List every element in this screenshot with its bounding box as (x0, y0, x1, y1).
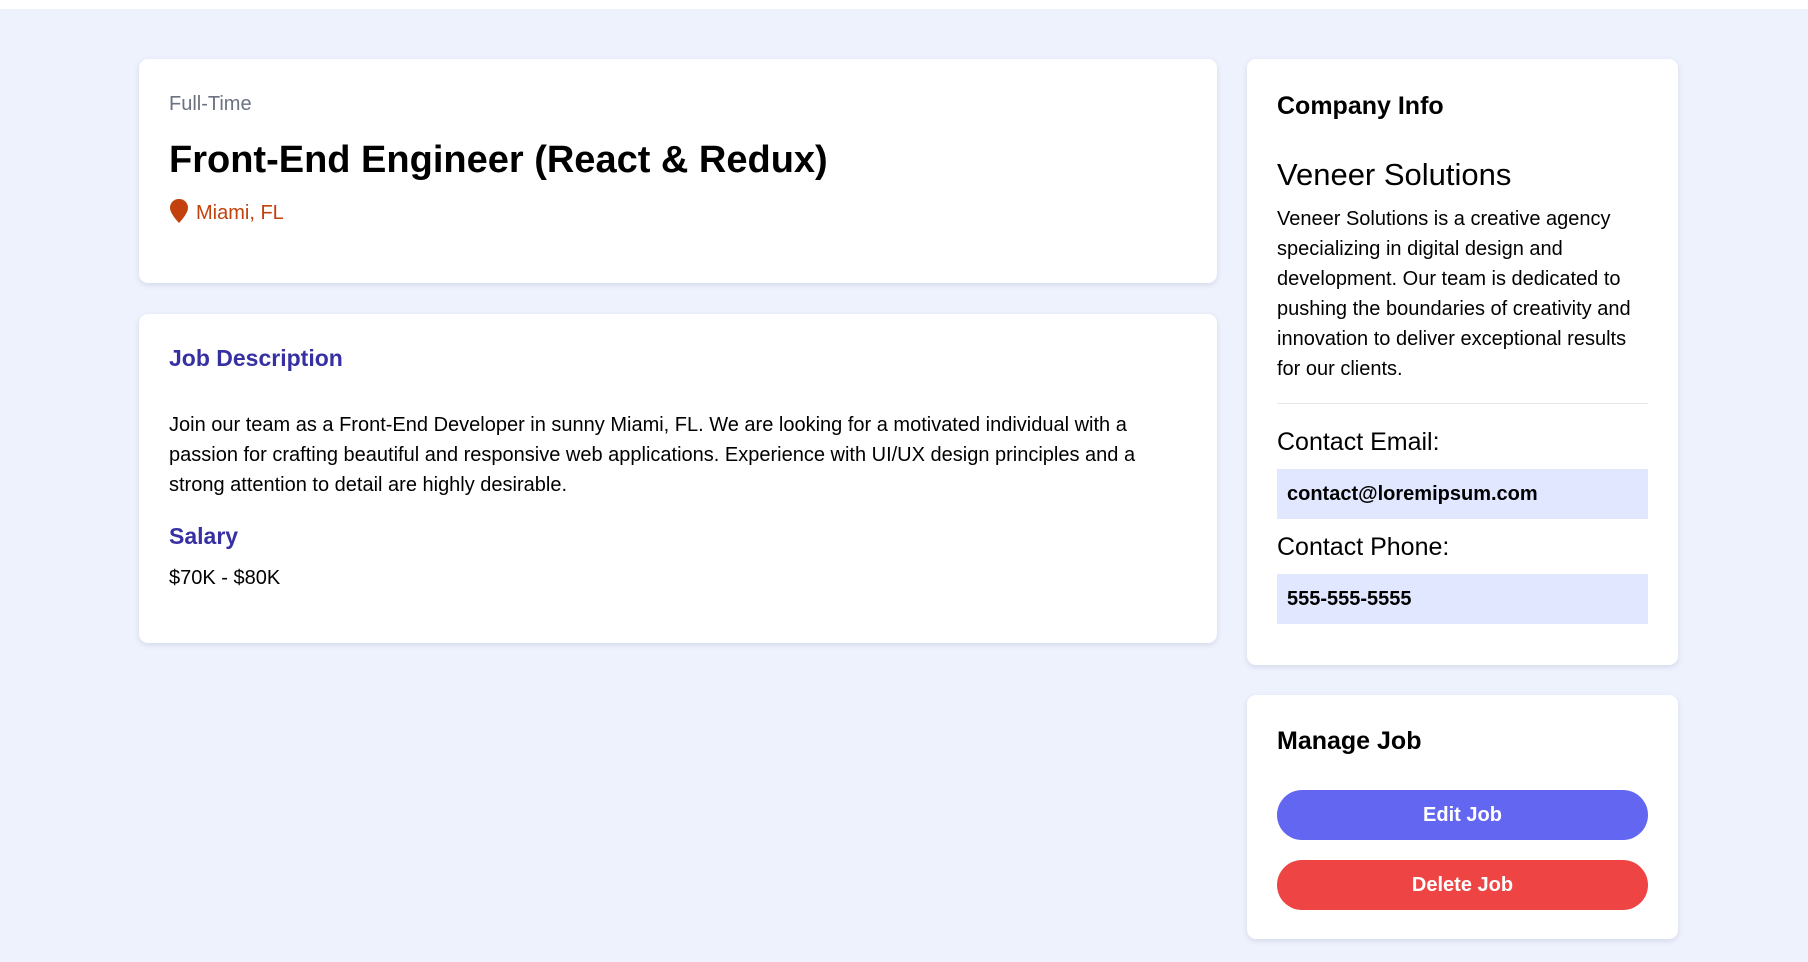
manage-job-heading: Manage Job (1277, 727, 1422, 755)
company-info-card: Company Info Veneer Solutions Veneer Sol… (1247, 59, 1678, 665)
job-location: Miami, FL (169, 198, 284, 225)
job-type-label: Full-Time (169, 93, 252, 115)
job-location-text: Miami, FL (196, 202, 284, 224)
contact-phone-value: 555-555-5555 (1277, 574, 1648, 624)
salary-heading: Salary (169, 523, 239, 549)
contact-phone-label: Contact Phone: (1277, 533, 1450, 561)
map-pin-icon (169, 198, 189, 224)
company-info-heading: Company Info (1277, 92, 1444, 120)
salary-value: $70K - $80K (169, 567, 281, 589)
delete-job-button[interactable]: Delete Job (1277, 860, 1648, 910)
divider (1277, 403, 1648, 404)
contact-email-label: Contact Email: (1277, 428, 1440, 456)
manage-job-card: Manage Job Edit Job Delete Job (1247, 695, 1678, 939)
job-description-card: Job Description Join our team as a Front… (139, 314, 1217, 643)
job-description-heading: Job Description (169, 345, 343, 371)
job-description-text: Join our team as a Front-End Developer i… (169, 414, 1136, 496)
company-name: Veneer Solutions (1277, 157, 1512, 192)
job-title: Front-End Engineer (React & Redux) (169, 139, 828, 181)
edit-job-button[interactable]: Edit Job (1277, 790, 1648, 840)
job-header-card: Full-Time Front-End Engineer (React & Re… (139, 59, 1217, 283)
contact-email-value: contact@loremipsum.com (1277, 469, 1648, 519)
company-description: Veneer Solutions is a creative agency sp… (1277, 208, 1631, 380)
